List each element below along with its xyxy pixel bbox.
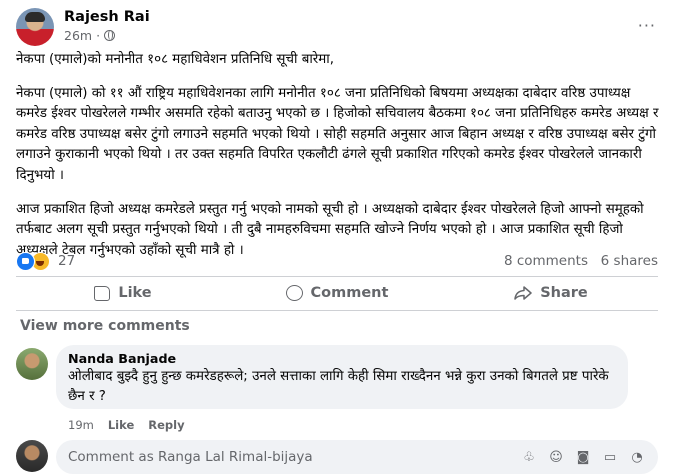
like-reaction-icon [16, 252, 35, 271]
comment-author[interactable]: Nanda Banjade [68, 351, 616, 366]
post-header: Rajesh Rai 26m · ··· [16, 8, 656, 46]
current-user-avatar[interactable] [16, 440, 48, 472]
comment-button[interactable]: Comment [230, 278, 444, 308]
avatar-sticker-icon[interactable]: ♧ [520, 450, 538, 465]
post-actions: Like Comment Share [16, 278, 658, 308]
camera-icon[interactable]: ◙ [574, 450, 592, 465]
divider [16, 310, 658, 311]
meta-separator: · [96, 28, 101, 43]
more-options-button[interactable]: ··· [638, 16, 656, 35]
like-label: Like [118, 285, 152, 301]
divider [16, 276, 658, 277]
comment-meta: 19m Like Reply [68, 418, 185, 432]
like-button[interactable]: Like [16, 278, 230, 308]
emoji-icon[interactable]: ☺ [547, 450, 565, 465]
post-body: नेकपा (एमाले)को मनोनीत १०८ महाधिवेशन प्र… [16, 50, 661, 274]
shares-count[interactable]: 6 shares [601, 253, 658, 269]
share-button[interactable]: Share [444, 278, 658, 308]
comment-input-tools: ♧ ☺ ◙ ▭ ◔ [520, 450, 646, 465]
post-stats: 27 8 comments 6 shares [16, 251, 658, 273]
comment-input[interactable]: Comment as Ranga Lal Rimal-bijaya ♧ ☺ ◙ … [56, 440, 658, 474]
share-label: Share [540, 285, 588, 301]
comment-text: ओलीबाद बुझ्दै हुनु हुन्छ कमरेडहरूले; उनल… [68, 369, 609, 404]
view-more-comments-link[interactable]: View more comments [20, 318, 190, 334]
reaction-icons[interactable] [16, 252, 50, 271]
reaction-count[interactable]: 27 [58, 253, 75, 269]
author-name[interactable]: Rajesh Rai [64, 9, 150, 25]
post-paragraph: नेकपा (एमाले) को ११ औं राष्ट्रिय महाधिवे… [16, 85, 659, 183]
comments-count[interactable]: 8 comments [504, 253, 588, 269]
author-avatar[interactable] [16, 8, 54, 46]
commenter-avatar[interactable] [16, 348, 48, 380]
gif-icon[interactable]: ▭ [601, 450, 619, 465]
share-icon [514, 286, 532, 300]
post-paragraph: नेकपा (एमाले)को मनोनीत १०८ महाधिवेशन प्र… [16, 52, 335, 67]
comment-like-button[interactable]: Like [108, 418, 134, 432]
comment-label: Comment [310, 285, 389, 301]
post-meta: 26m · [64, 28, 116, 43]
comment-reply-button[interactable]: Reply [148, 418, 184, 432]
reply-box: Comment as Ranga Lal Rimal-bijaya ♧ ☺ ◙ … [16, 440, 658, 474]
comment-bubble: Nanda Banjade ओलीबाद बुझ्दै हुनु हुन्छ क… [56, 345, 628, 409]
comment-input-placeholder: Comment as Ranga Lal Rimal-bijaya [68, 449, 313, 465]
comment-time[interactable]: 19m [68, 418, 94, 432]
comment-icon [285, 285, 303, 301]
post-time[interactable]: 26m [64, 28, 92, 43]
sticker-icon[interactable]: ◔ [628, 450, 646, 465]
thumbs-up-icon [94, 285, 111, 301]
globe-icon [104, 30, 116, 41]
